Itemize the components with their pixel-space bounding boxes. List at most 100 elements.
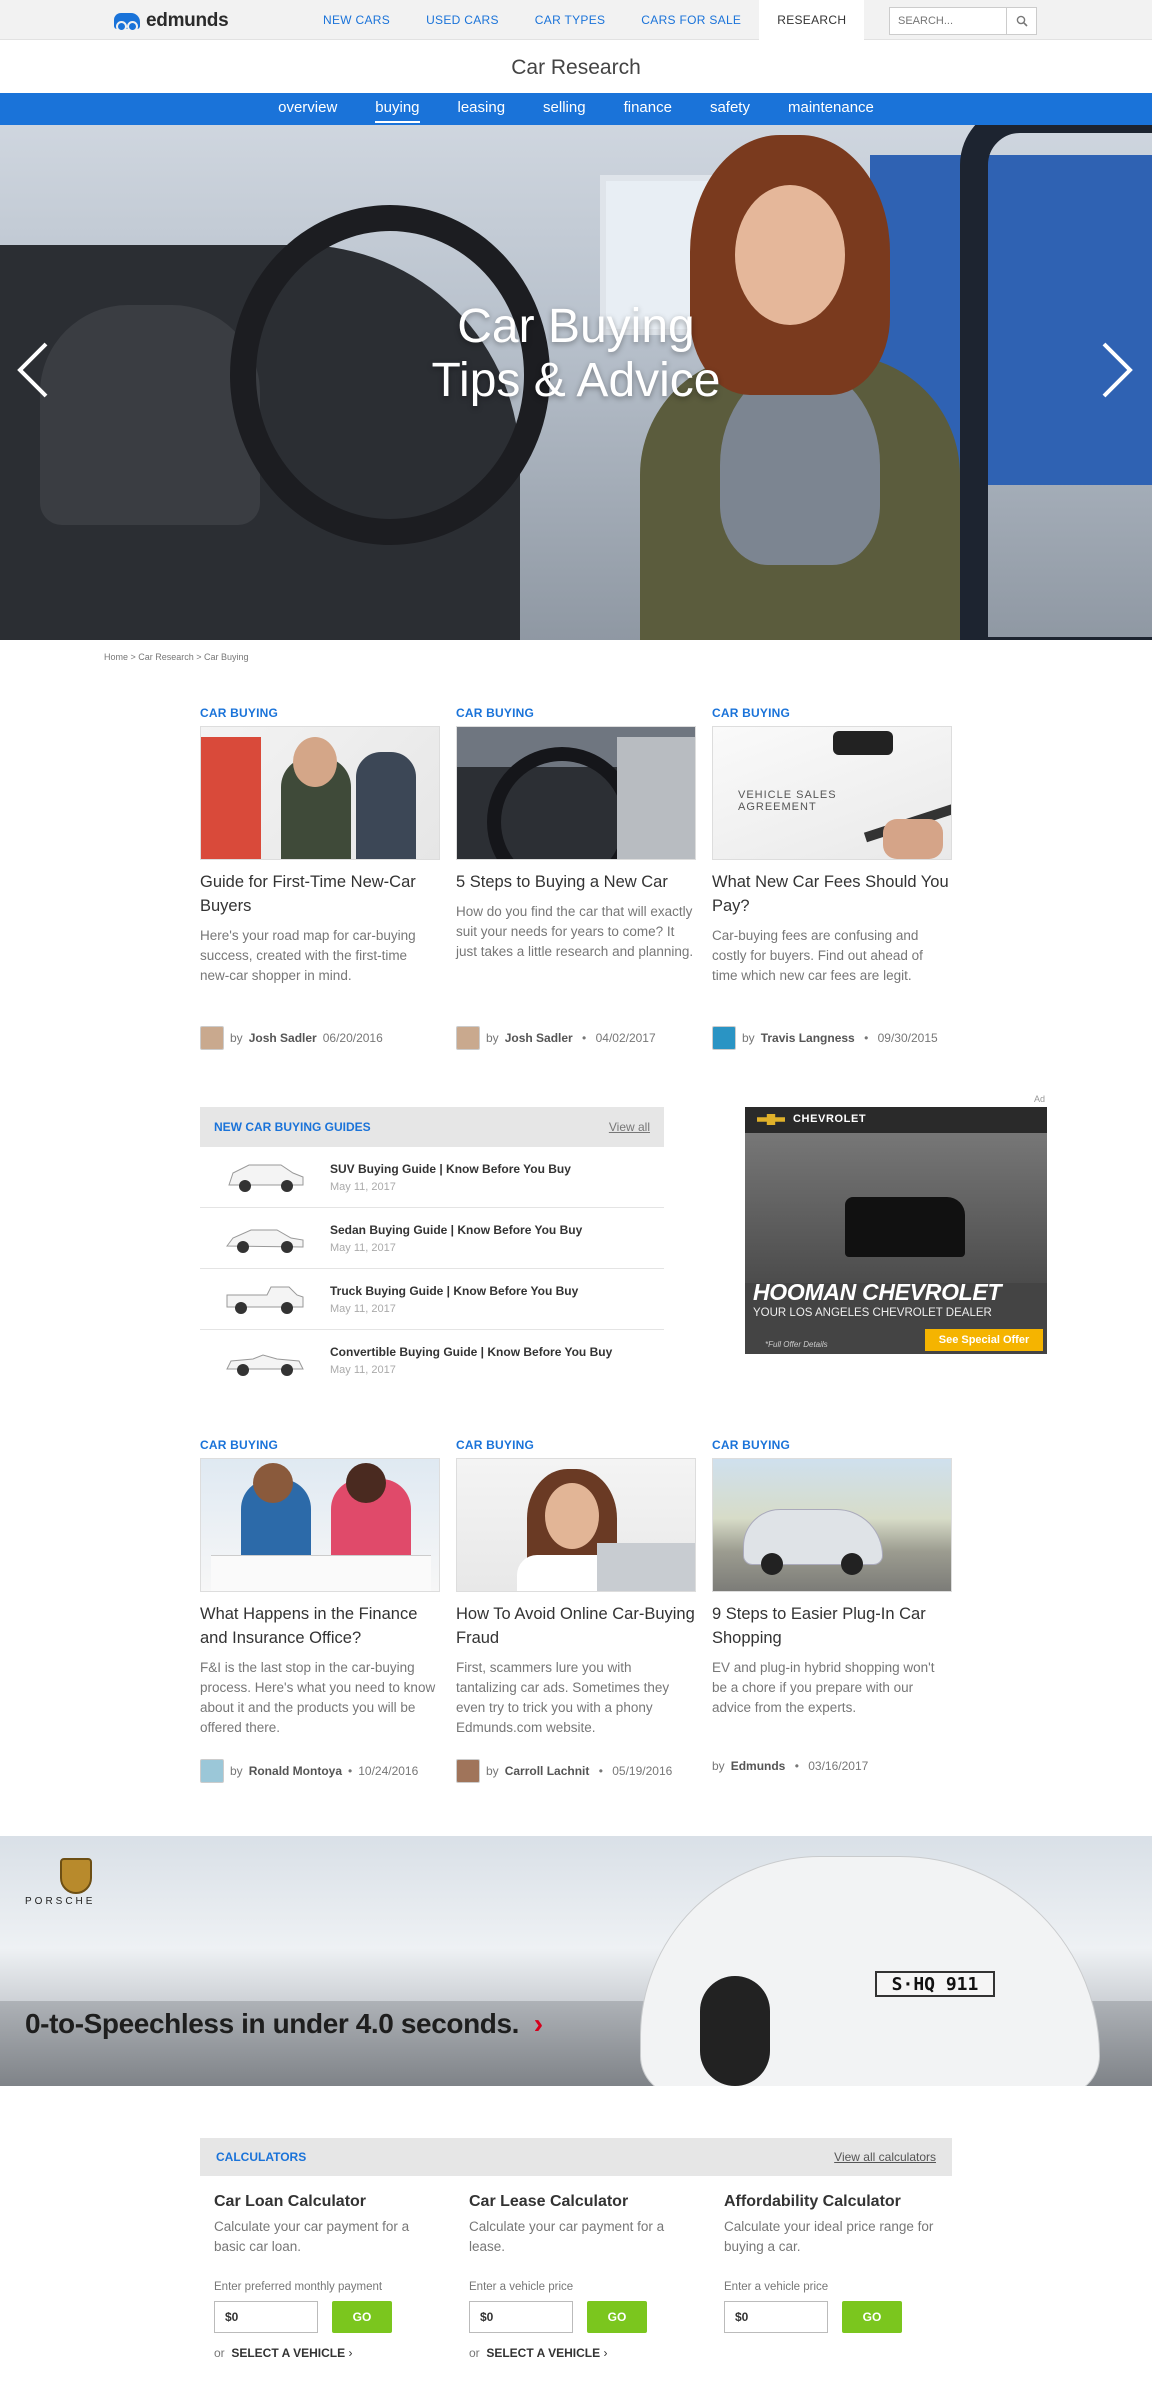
chevrolet-ad[interactable]: CHEVROLET HOOMAN CHEVROLET YOUR LOS ANGE… [745, 1107, 1047, 1354]
article-byline: by Carroll Lachnit • 05/19/2016 [456, 1759, 672, 1783]
calculators-header: CALCULATORS View all calculators [200, 2138, 952, 2176]
calculator-description: Calculate your car payment for a basic c… [214, 2219, 410, 2254]
select-vehicle-row: or SELECT A VEHICLE › [214, 2346, 352, 2360]
nav-new-cars[interactable]: NEW CARS [305, 0, 408, 40]
nav-car-types[interactable]: CAR TYPES [517, 0, 624, 40]
tab-leasing[interactable]: leasing [439, 93, 525, 125]
go-button[interactable]: GO [332, 2301, 392, 2333]
byline-by: by [230, 1031, 243, 1045]
logo-text: edmunds [146, 10, 229, 31]
porsche-ad-banner[interactable]: PORSCHE S·HQ 911 0-to-Speechless in unde… [0, 1836, 1152, 2086]
author-name[interactable]: Josh Sadler [249, 1031, 317, 1045]
tab-overview[interactable]: overview [259, 93, 356, 125]
search-button[interactable] [1007, 7, 1037, 35]
car-loan-calculator: Car Loan Calculator Calculate your car p… [214, 2193, 444, 2360]
guide-title[interactable]: SUV Buying Guide | Know Before You Buy [330, 1162, 571, 1176]
chevron-right-icon: › [526, 2008, 543, 2039]
article-date: 10/24/2016 [358, 1764, 419, 1778]
nav-used-cars[interactable]: USED CARS [408, 0, 517, 40]
article-description: EV and plug-in hybrid shopping won't be … [712, 1660, 935, 1715]
convertible-image[interactable] [200, 1339, 330, 1383]
tab-finance[interactable]: finance [605, 93, 691, 125]
author-name[interactable]: Ronald Montoya [249, 1764, 342, 1778]
article-category[interactable]: CAR BUYING [200, 706, 440, 720]
author-name[interactable]: Josh Sadler [505, 1031, 573, 1045]
author-name[interactable]: Travis Langness [761, 1031, 855, 1045]
byline-by: by [486, 1031, 499, 1045]
byline-by: by [742, 1031, 755, 1045]
article-card[interactable]: CAR BUYING 5 Steps to Buying a New Car H… [456, 706, 696, 962]
byline-by: by [712, 1759, 725, 1773]
guide-item[interactable]: Convertible Buying Guide | Know Before Y… [200, 1330, 664, 1391]
calculators-title: CALCULATORS [216, 2150, 307, 2164]
article-title[interactable]: Guide for First-Time New-Car Buyers [200, 870, 440, 918]
article-title[interactable]: 5 Steps to Buying a New Car [456, 870, 696, 894]
monthly-payment-input[interactable]: $0 [214, 2301, 318, 2333]
search-input[interactable] [889, 7, 1007, 35]
calculator-name[interactable]: Car Loan Calculator [214, 2193, 444, 2211]
breadcrumb[interactable]: Home > Car Research > Car Buying [104, 652, 249, 662]
vehicle-price-input[interactable]: $0 [724, 2301, 828, 2333]
go-button[interactable]: GO [842, 2301, 902, 2333]
suv-image[interactable] [200, 1155, 330, 1199]
article-card[interactable]: CAR BUYING Guide for First-Time New-Car … [200, 706, 440, 986]
article-category[interactable]: CAR BUYING [200, 1438, 440, 1452]
article-title[interactable]: How To Avoid Online Car-Buying Fraud [456, 1602, 696, 1650]
author-name[interactable]: Carroll Lachnit [505, 1764, 590, 1778]
view-all-calculators-link[interactable]: View all calculators [834, 2150, 936, 2164]
go-button[interactable]: GO [587, 2301, 647, 2333]
guide-item[interactable]: Sedan Buying Guide | Know Before You Buy… [200, 1208, 664, 1269]
nav-research[interactable]: RESEARCH [759, 0, 865, 40]
author-avatar [200, 1759, 224, 1783]
guide-title[interactable]: Convertible Buying Guide | Know Before Y… [330, 1345, 612, 1359]
chevron-right-icon[interactable] [1096, 340, 1136, 400]
truck-image[interactable] [200, 1277, 330, 1321]
select-vehicle-link[interactable]: SELECT A VEHICLE [486, 2346, 600, 2360]
article-byline: by Ronald Montoya • 10/24/2016 [200, 1759, 418, 1783]
ad-cta-button[interactable]: See Special Offer [925, 1329, 1043, 1351]
article-category[interactable]: CAR BUYING [456, 1438, 696, 1452]
article-card[interactable]: CAR BUYING VEHICLE SALES AGREEMENT What … [712, 706, 952, 986]
article-title[interactable]: What New Car Fees Should You Pay? [712, 870, 952, 918]
article-image[interactable]: VEHICLE SALES AGREEMENT [712, 726, 952, 860]
tab-safety[interactable]: safety [691, 93, 769, 125]
tab-buying[interactable]: buying [356, 93, 438, 125]
article-title[interactable]: What Happens in the Finance and Insuranc… [200, 1602, 440, 1650]
article-image[interactable] [456, 726, 696, 860]
porsche-tagline: 0-to-Speechless in under 4.0 seconds. › [25, 2008, 543, 2040]
ad-headline: HOOMAN CHEVROLET [753, 1279, 1002, 1305]
tab-selling[interactable]: selling [524, 93, 605, 125]
byline-by: by [230, 1764, 243, 1778]
article-image[interactable] [200, 726, 440, 860]
nav-cars-for-sale[interactable]: CARS FOR SALE [623, 0, 759, 40]
sedan-image[interactable] [200, 1216, 330, 1260]
calculator-description: Calculate your ideal price range for buy… [724, 2219, 934, 2254]
article-card[interactable]: CAR BUYING 9 Steps to Easier Plug-In Car… [712, 1438, 952, 1718]
guide-item[interactable]: Truck Buying Guide | Know Before You Buy… [200, 1269, 664, 1330]
article-image[interactable] [712, 1458, 952, 1592]
calculator-name[interactable]: Car Lease Calculator [469, 2193, 699, 2211]
article-image[interactable] [200, 1458, 440, 1592]
guide-item[interactable]: SUV Buying Guide | Know Before You Buy Ma… [200, 1147, 664, 1208]
article-image[interactable] [456, 1458, 696, 1592]
car-lease-calculator: Car Lease Calculator Calculate your car … [469, 2193, 699, 2360]
guides-view-all-link[interactable]: View all [609, 1120, 650, 1134]
article-category[interactable]: CAR BUYING [712, 1438, 952, 1452]
edmunds-logo[interactable]: edmunds [114, 10, 229, 32]
guide-title[interactable]: Sedan Buying Guide | Know Before You Buy [330, 1223, 582, 1237]
ad-fine-print: *Full Offer Details [765, 1340, 828, 1349]
article-card[interactable]: CAR BUYING What Happens in the Finance a… [200, 1438, 440, 1738]
tab-maintenance[interactable]: maintenance [769, 93, 893, 125]
select-vehicle-link[interactable]: SELECT A VEHICLE [231, 2346, 345, 2360]
author-name[interactable]: Edmunds [731, 1759, 786, 1773]
article-category[interactable]: CAR BUYING [456, 706, 696, 720]
calculator-name[interactable]: Affordability Calculator [724, 2193, 954, 2211]
article-category[interactable]: CAR BUYING [712, 706, 952, 720]
guide-title[interactable]: Truck Buying Guide | Know Before You Buy [330, 1284, 578, 1298]
guides-header: NEW CAR BUYING GUIDES View all [200, 1107, 664, 1147]
article-card[interactable]: CAR BUYING How To Avoid Online Car-Buyin… [456, 1438, 696, 1738]
chevron-left-icon[interactable] [14, 340, 54, 400]
article-title[interactable]: 9 Steps to Easier Plug-In Car Shopping [712, 1602, 952, 1650]
ad-truck [845, 1197, 965, 1257]
vehicle-price-input[interactable]: $0 [469, 2301, 573, 2333]
